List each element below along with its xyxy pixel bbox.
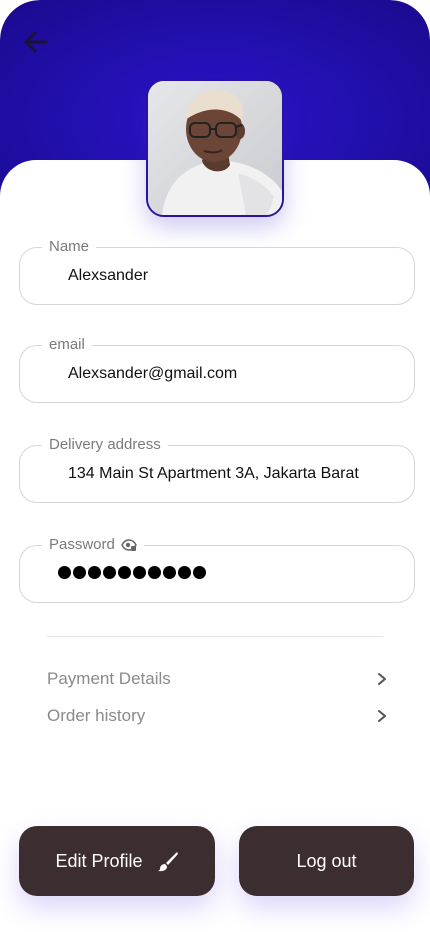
address-label-text: Delivery address (49, 436, 161, 453)
name-label-text: Name (49, 238, 90, 255)
password-label: Password (42, 535, 144, 555)
chevron-right-icon (378, 710, 386, 722)
address-label: Delivery address (42, 435, 168, 455)
name-field[interactable]: Name Alexsander (19, 237, 415, 305)
password-dot (148, 566, 161, 579)
password-dot (178, 566, 191, 579)
edit-profile-button[interactable]: Edit Profile (19, 826, 215, 896)
order-history-row[interactable]: Order history (47, 703, 387, 729)
password-dot (163, 566, 176, 579)
edit-profile-label: Edit Profile (55, 850, 143, 871)
password-dot (103, 566, 116, 579)
arrow-left-icon (24, 31, 48, 53)
password-dot (118, 566, 131, 579)
name-value[interactable]: Alexsander (68, 267, 148, 285)
payment-details-label: Payment Details (47, 669, 171, 688)
eye-lock-icon[interactable] (121, 538, 137, 552)
email-label-text: email (49, 336, 85, 353)
paintbrush-icon (157, 852, 178, 872)
order-history-label: Order history (47, 706, 146, 725)
password-label-text: Password (49, 536, 115, 553)
password-dot (193, 566, 206, 579)
profile-screen: Name Alexsander email Alexsander@gmail.c… (0, 0, 430, 932)
password-dot (133, 566, 146, 579)
profile-photo (148, 81, 282, 215)
email-value[interactable]: Alexsander@gmail.com (68, 365, 237, 383)
chevron-right-icon (378, 673, 386, 685)
email-field[interactable]: email Alexsander@gmail.com (19, 335, 415, 403)
email-label: email (42, 335, 92, 355)
password-dot (58, 566, 71, 579)
address-value[interactable]: 134 Main St Apartment 3A, Jakarta Barat (68, 465, 359, 483)
divider (47, 636, 383, 637)
avatar[interactable] (146, 79, 284, 217)
password-dot (73, 566, 86, 579)
log-out-button[interactable]: Log out (239, 826, 414, 896)
delivery-address-field[interactable]: Delivery address 134 Main St Apartment 3… (19, 435, 415, 503)
name-label: Name (42, 237, 97, 257)
password-value[interactable] (58, 566, 206, 579)
payment-details-row[interactable]: Payment Details (47, 666, 387, 692)
password-field[interactable]: Password (19, 535, 415, 603)
log-out-label: Log out (296, 850, 357, 871)
password-dot (88, 566, 101, 579)
back-button[interactable] (22, 28, 50, 56)
